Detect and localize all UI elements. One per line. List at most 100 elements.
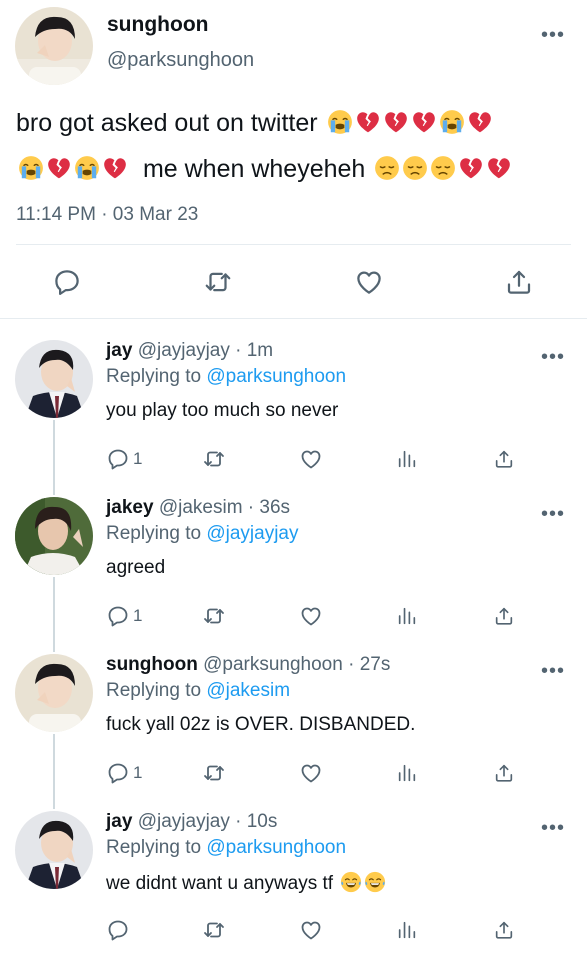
- more-icon[interactable]: •••: [541, 661, 565, 681]
- reply-tweet[interactable]: jay @jayjayjay · 10s ••• Replying to @pa…: [0, 811, 587, 951]
- like-icon[interactable]: [299, 758, 323, 788]
- mention-link[interactable]: @parksunghoon: [206, 837, 346, 858]
- avatar[interactable]: [15, 497, 93, 575]
- handle-time[interactable]: @jayjayjay · 1m: [138, 340, 273, 361]
- more-icon[interactable]: •••: [541, 504, 565, 524]
- reply-icon[interactable]: [47, 262, 87, 302]
- emoji-group: [338, 871, 386, 894]
- retweet-icon[interactable]: [201, 444, 227, 474]
- reply-icon[interactable]: 1: [106, 444, 142, 474]
- reply-icon[interactable]: [106, 915, 133, 945]
- more-icon[interactable]: •••: [541, 25, 565, 45]
- reply-text: fuck yall 02z is OVER. DISBANDED.: [106, 714, 416, 735]
- emoji-group: [325, 109, 493, 137]
- like-icon[interactable]: [299, 444, 323, 474]
- display-name[interactable]: sunghoon: [107, 13, 208, 37]
- replying-label: Replying to: [106, 523, 202, 544]
- replying-to: Replying to @jakesim: [106, 680, 290, 702]
- face-with-tears-of-joy-icon: [340, 871, 362, 899]
- analytics-icon[interactable]: [396, 601, 418, 631]
- share-icon[interactable]: [493, 758, 515, 788]
- replying-label: Replying to: [106, 680, 202, 701]
- more-icon[interactable]: •••: [541, 818, 565, 838]
- reply-text: you play too much so never: [106, 400, 339, 421]
- handle-time[interactable]: @parksunghoon · 27s: [203, 654, 390, 675]
- avatar[interactable]: [15, 654, 93, 732]
- tweet-text: bro got asked out on twitter: [16, 109, 318, 137]
- reply-text: agreed: [106, 557, 166, 578]
- broken-heart-icon: [46, 152, 72, 194]
- like-icon[interactable]: [299, 601, 323, 631]
- loudly-crying-face-icon: [18, 152, 44, 194]
- replying-label: Replying to: [106, 366, 202, 387]
- retweet-icon[interactable]: [198, 262, 238, 302]
- reply-actions: [0, 915, 587, 945]
- more-icon[interactable]: •••: [541, 347, 565, 367]
- analytics-icon[interactable]: [396, 915, 418, 945]
- display-name[interactable]: jakey: [106, 497, 154, 518]
- loudly-crying-face-icon: [327, 106, 353, 148]
- replying-to: Replying to @parksunghoon: [106, 366, 346, 388]
- broken-heart-icon: [467, 106, 493, 148]
- mention-link[interactable]: @parksunghoon: [206, 366, 346, 387]
- broken-heart-icon: [458, 152, 484, 194]
- reply-actions: 1: [0, 444, 587, 474]
- reply-header: jakey @jakesim · 36s: [106, 497, 290, 519]
- broken-heart-icon: [383, 106, 409, 148]
- reply-header: sunghoon @parksunghoon · 27s: [106, 654, 390, 676]
- like-icon[interactable]: [349, 262, 389, 302]
- reply-actions: 1: [0, 758, 587, 788]
- reply-text: we didnt want u anyways tf: [106, 871, 386, 899]
- disappointed-face-icon: [430, 152, 456, 194]
- reply-tweet[interactable]: jay @jayjayjay · 1m ••• Replying to @par…: [0, 340, 587, 480]
- avatar[interactable]: [15, 340, 93, 418]
- reply-icon[interactable]: 1: [106, 758, 142, 788]
- user-handle[interactable]: @parksunghoon: [107, 49, 254, 72]
- share-icon[interactable]: [499, 262, 539, 302]
- tweet-line-1: bro got asked out on twitter: [16, 102, 571, 148]
- emoji-group: [372, 155, 512, 183]
- retweet-icon[interactable]: [201, 758, 227, 788]
- main-tweet: sunghoon @parksunghoon ••• bro got asked…: [0, 0, 587, 320]
- share-icon[interactable]: [493, 601, 515, 631]
- retweet-icon[interactable]: [201, 915, 227, 945]
- mention-link[interactable]: @jayjayjay: [206, 523, 298, 544]
- avatar[interactable]: [15, 7, 93, 85]
- reply-header: jay @jayjayjay · 1m: [106, 340, 273, 362]
- disappointed-face-icon: [402, 152, 428, 194]
- retweet-icon[interactable]: [201, 601, 227, 631]
- handle-time[interactable]: @jayjayjay · 10s: [138, 811, 278, 832]
- reply-header: jay @jayjayjay · 10s: [106, 811, 277, 833]
- like-icon[interactable]: [299, 915, 323, 945]
- share-icon[interactable]: [493, 915, 515, 945]
- reply-count: 1: [133, 606, 143, 625]
- tweet-timestamp[interactable]: 11:14 PM · 03 Mar 23: [16, 204, 198, 226]
- divider: [16, 244, 571, 245]
- display-name[interactable]: jay: [106, 811, 132, 832]
- reply-count: 1: [133, 763, 143, 782]
- display-name[interactable]: sunghoon: [106, 654, 198, 675]
- broken-heart-icon: [411, 106, 437, 148]
- analytics-icon[interactable]: [396, 758, 418, 788]
- loudly-crying-face-icon: [74, 152, 100, 194]
- avatar[interactable]: [15, 811, 93, 889]
- broken-heart-icon: [486, 152, 512, 194]
- handle-time[interactable]: @jakesim · 36s: [159, 497, 290, 518]
- analytics-icon[interactable]: [396, 444, 418, 474]
- broken-heart-icon: [102, 152, 128, 194]
- divider: [0, 318, 587, 319]
- reply-count: 1: [133, 449, 143, 468]
- tweet-line-2: me when wheyeheh: [16, 148, 571, 194]
- loudly-crying-face-icon: [439, 106, 465, 148]
- emoji-group: [16, 155, 128, 183]
- tweet-text: me when wheyeheh: [142, 155, 366, 183]
- display-name[interactable]: jay: [106, 340, 132, 361]
- replying-to: Replying to @jayjayjay: [106, 523, 299, 545]
- reply-tweet[interactable]: jakey @jakesim · 36s ••• Replying to @ja…: [0, 497, 587, 637]
- reply-icon[interactable]: 1: [106, 601, 142, 631]
- mention-link[interactable]: @jakesim: [206, 680, 290, 701]
- share-icon[interactable]: [493, 444, 515, 474]
- reply-tweet[interactable]: sunghoon @parksunghoon · 27s ••• Replyin…: [0, 654, 587, 794]
- broken-heart-icon: [355, 106, 381, 148]
- disappointed-face-icon: [374, 152, 400, 194]
